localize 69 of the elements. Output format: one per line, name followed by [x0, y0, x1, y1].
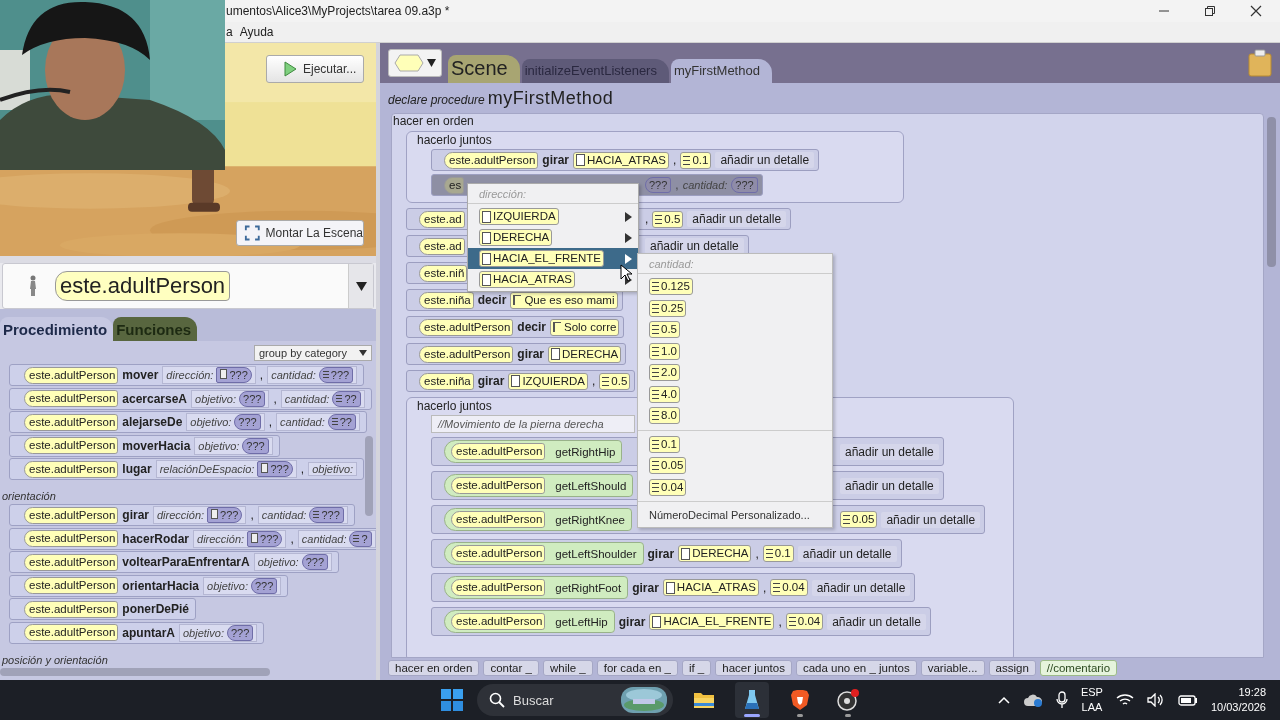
param-label: cantidad:	[301, 532, 347, 545]
method-name: decir	[477, 293, 507, 307]
comma: ,	[592, 374, 596, 388]
param-label: objetivo:	[312, 463, 354, 475]
joint-name: getRightHip	[555, 445, 616, 458]
joint-name: getLeftShoulder	[555, 547, 637, 560]
param-label: cantidad:	[280, 416, 325, 428]
value-chip: IZQUIERDA	[479, 208, 559, 225]
menu-title: cantidad:	[638, 254, 832, 274]
category-heading: posición y orientación	[2, 653, 109, 666]
method-name: apuntarA	[122, 625, 175, 640]
param-label: dirección:	[166, 369, 214, 381]
method-name: orientarHacia	[122, 578, 199, 593]
method-name: mover	[122, 368, 159, 382]
block-title: hacer en orden	[392, 114, 475, 128]
joint-name: getRightKnee	[555, 513, 625, 526]
joint-name: getLeftShould	[555, 479, 627, 492]
comma: ,	[300, 462, 305, 476]
comma: ,	[290, 531, 294, 546]
param-label: cantidad:	[271, 369, 316, 381]
block-title: hacerlo juntos	[417, 133, 493, 147]
block-title: hacerlo juntos	[417, 399, 493, 413]
method-name: moverHacia	[122, 438, 191, 453]
param-label: objetivo:	[257, 556, 299, 568]
param-label: objetivo:	[207, 579, 248, 592]
param-label: cantidad:	[261, 509, 307, 521]
comma: ,	[250, 508, 254, 522]
window-title: umentos\Alice3\MyProjects\tarea 09.a3p *	[226, 4, 450, 18]
procedure-name: myFirstMethod	[487, 88, 614, 109]
method-name: acercarseA	[122, 391, 188, 406]
comma: ,	[645, 212, 649, 226]
param-label: dirección:	[197, 532, 245, 545]
param-label: objetivo:	[183, 626, 224, 639]
param-label: objetivo:	[190, 416, 232, 428]
param-label: cantidad:	[682, 179, 728, 191]
method-name: girar	[647, 546, 675, 561]
param-label: objetivo:	[198, 439, 240, 452]
comma: ,	[755, 546, 759, 561]
method-name: voltearParaEnfrentarA	[122, 555, 250, 569]
method-name: ponerDePié	[122, 602, 189, 616]
menu-title: dirección:	[468, 184, 638, 204]
method-name: lugar	[122, 462, 152, 476]
param-label: dirección:	[157, 509, 205, 521]
method-name: girar	[122, 508, 149, 522]
value-chip: HACIA_ATRAS	[479, 271, 576, 288]
value-chip: DERECHA	[479, 229, 553, 246]
comma: ,	[673, 153, 677, 167]
category-heading: orientación	[2, 490, 57, 502]
joint-name: getRightFoot	[555, 581, 622, 594]
comma: ,	[259, 368, 264, 382]
method-name: girar	[632, 580, 659, 595]
param-label: objetivo:	[195, 392, 237, 405]
procedure-keyword: declare procedure	[388, 93, 485, 109]
param-label: cantidad:	[284, 392, 330, 405]
comma: ,	[675, 178, 679, 192]
comma: ,	[762, 580, 767, 595]
method-name: girar	[618, 614, 646, 629]
comma: ,	[273, 391, 277, 406]
joint-name: getLeftHip	[555, 615, 608, 628]
method-name: girar	[477, 374, 505, 388]
method-name: decir	[517, 320, 546, 334]
comma: ,	[778, 614, 782, 629]
comma: ,	[268, 415, 273, 429]
method-name: girar	[542, 153, 569, 167]
method-name: hacerRodar	[122, 531, 189, 546]
method-name: girar	[517, 347, 544, 361]
method-name: alejarseDe	[122, 415, 183, 429]
param-label: relaciónDeEspacio:	[159, 463, 255, 475]
value-chip: HACIA_EL_FRENTE	[479, 250, 604, 267]
